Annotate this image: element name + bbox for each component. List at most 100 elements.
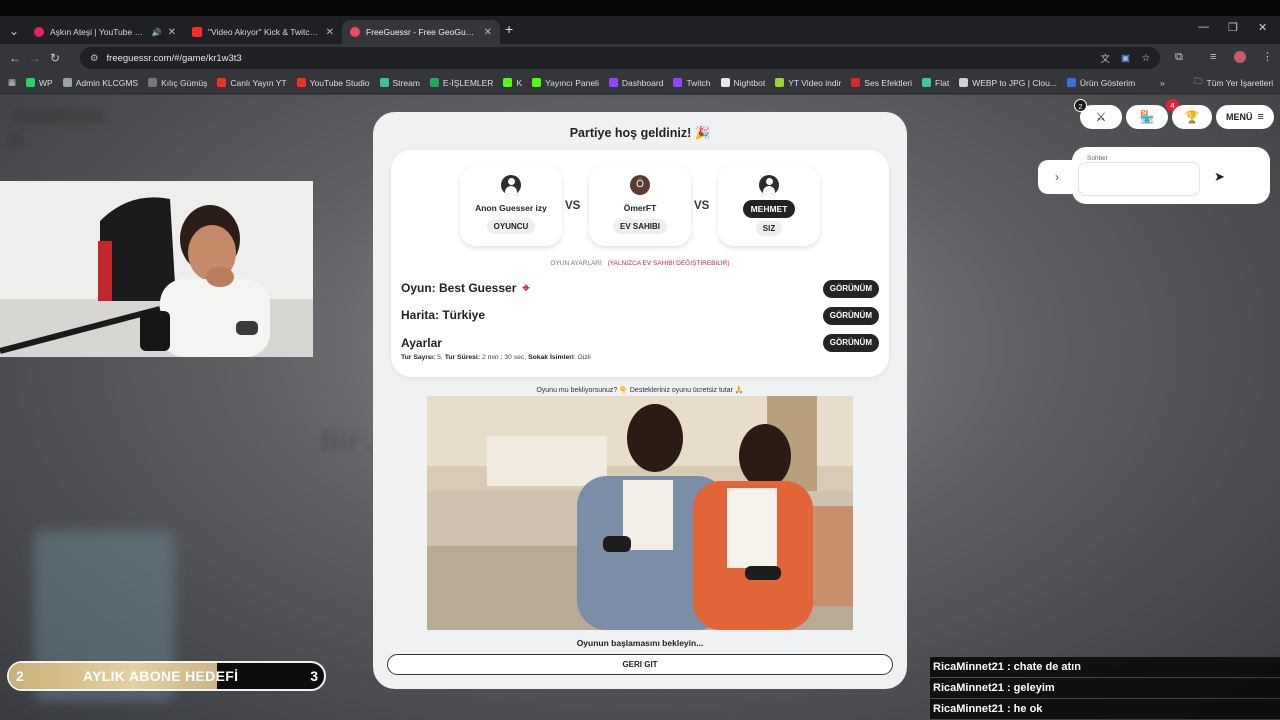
blurred-circle [6,131,24,149]
extensions-icon[interactable]: ⧉ [1175,51,1183,64]
restore-button[interactable]: ❐ [1228,21,1238,34]
menu-button[interactable]: MENÜ ≡ [1216,105,1274,129]
address-bar[interactable]: ⚙ freeguessr.com/#/game/kr1w3t3 文 ▣ ☆ [80,47,1160,69]
site-info-icon[interactable]: ⚙ [90,53,99,64]
chat-collapse-button[interactable]: › [1038,160,1076,194]
trophy-icon: 🏆 [1184,110,1200,124]
bookmark-item[interactable]: YouTube Studio [296,78,370,88]
apps-grid-icon[interactable]: ▦ [8,77,16,88]
sub-goal-target: 3 [310,668,318,684]
bookmark-favicon-icon [503,78,513,87]
more-bookmarks-icon[interactable]: » [1160,78,1165,88]
map-view-button[interactable]: GÖRÜNÜM [822,307,879,325]
player-name: Anon Guesser izy [475,203,547,213]
bookmark-favicon-icon [959,78,969,87]
player-name: MEHMET [742,200,796,218]
send-icon[interactable]: ➤ [1214,169,1230,185]
menu-label: MENÜ [1226,112,1253,122]
stream-chat-line: RicaMinnet21 : chate de atın [930,657,1280,677]
close-window-button[interactable]: ✕ [1258,21,1267,34]
player-role-badge: SIZ [755,221,783,236]
bookmark-item[interactable]: Twitch [673,77,711,88]
kebab-menu-icon[interactable]: ⋮ [1262,50,1273,63]
bookmark-favicon-icon [922,78,932,87]
vs-label: VS [694,200,710,212]
tab-freeguessr[interactable]: FreeGuessr - Free GeoGuessr Al... ✕ [342,20,500,44]
tab-label: Aşkın Ateşi | YouTube Music [50,27,149,37]
bookmark-favicon-icon [296,78,306,87]
settings-view-button[interactable]: GÖRÜNÜM [822,334,879,352]
bookmark-label: Ürün Gösterim [1079,77,1136,88]
bookmark-item[interactable]: Kılıç Gümüş [148,78,207,88]
bookmark-label: Kılıç Gümüş [161,77,208,88]
cast-icon[interactable]: ▣ [1121,53,1130,64]
bookmark-item[interactable]: K [503,78,522,88]
all-bookmarks-label: Tüm Yer İşaretleri [1206,77,1274,88]
shop-button[interactable]: 4 🏪 [1126,99,1179,129]
game-mode-label: Oyun: Best Guesser [401,281,517,295]
speaker-icon: 🔊 [151,27,162,37]
go-back-button[interactable]: GERI GIT [387,654,893,675]
bookmark-item[interactable]: Flat [922,78,949,88]
bookmark-favicon-icon [608,78,618,87]
party-lobby-modal: Partiye hoş geldiniz! 🎉 Anon Guesser izy… [373,112,907,689]
user-icon [759,175,779,195]
tab-youtube-music[interactable]: Aşkın Ateşi | YouTube Music 🔊 ✕ [26,20,184,44]
bookmark-item[interactable]: Stream [379,78,420,88]
settings-detail: Tur Sayısı: 5, Tur Süresi: 2 min : 30 se… [401,354,591,361]
close-icon[interactable]: ✕ [326,27,334,38]
bookmark-item[interactable]: Canlı Yayın YT [217,78,287,88]
bookmark-favicon-icon [148,78,158,87]
sub-goal-current: 2 [16,668,24,684]
close-icon[interactable]: ✕ [168,27,176,38]
all-bookmarks-folder[interactable]: 🗀 Tüm Yer İşaretleri [1194,76,1273,90]
stream-chat-line: RicaMinnet21 : he ok [930,699,1280,719]
bookmark-label: E-İŞLEMLER [442,77,494,88]
streamer-webcam-illustration [0,181,313,357]
rounds-value: 5, [435,354,445,361]
tab-search-icon[interactable]: ⌄ [4,24,24,38]
bookmark-item[interactable]: E-İŞLEMLER [429,77,494,88]
bookmark-item[interactable]: YT Video indir [775,78,841,88]
player-role-badge: EV SAHIBI [612,219,667,234]
bookmark-item[interactable]: WEBP to JPG | Clou... [959,78,1057,88]
close-icon[interactable]: ✕ [484,27,492,38]
player-card-mehmet: MEHMET SIZ [718,166,820,246]
time-value: 2 min : 30 sec, [480,354,529,361]
forward-arrow-icon[interactable]: → [25,51,45,65]
subscriber-goal-bar: 2 AYLIK ABONE HEDEFİ 3 [7,661,326,691]
bookmark-item[interactable]: Ses Efektleri [851,78,912,88]
user-initial-avatar: Ö [630,175,650,195]
top-strip [0,0,1280,16]
advertisement-image[interactable] [427,396,853,630]
profile-avatar[interactable] [1234,51,1246,63]
bookmark-item[interactable]: WP [26,78,53,88]
street-value: : Gizli [573,354,591,361]
settings-title: OYUN AYARLARI [550,260,602,267]
chat-input[interactable] [1078,162,1200,196]
reload-icon[interactable]: ↻ [45,51,65,65]
bookmark-item[interactable]: Dashboard [608,78,663,88]
webcam-overlay [0,181,313,357]
bookmark-label: YT Video indir [788,77,842,88]
bookmark-item[interactable]: Admin KLCGMS [62,78,138,88]
minimize-button[interactable]: — [1198,21,1209,33]
bookmark-item[interactable]: Ürün Gösterim [1066,77,1136,88]
leaderboard-button[interactable]: 🏆 [1172,105,1212,129]
game-mode-view-button[interactable]: GÖRÜNÜM [822,280,879,298]
media-icon[interactable]: ≡ [1210,51,1216,63]
battle-button[interactable]: 2 ⚔ [1074,99,1122,129]
settings-header: OYUN AYARLARI (YALNIZCA EV SAHIBI DEĞIŞT… [391,260,889,267]
youtube-icon [192,27,202,37]
star-icon[interactable]: ☆ [1141,53,1150,64]
tab-video-akiyor[interactable]: "Video Akıyor" Kick & Twitch K... ✕ [184,20,342,44]
bookmark-label: Twitch [686,77,711,88]
settings-row: Ayarlar [401,336,442,350]
player-card-omerft: Ö ÖmerFT EV SAHIBI [589,166,691,246]
new-tab-button[interactable]: + [505,21,513,37]
player-role-badge: OYUNCU [486,219,536,234]
back-arrow-icon[interactable]: ← [5,51,25,65]
bookmark-item[interactable]: Nightbot [720,78,765,88]
translate-icon[interactable]: 文 [1100,51,1110,65]
bookmark-item[interactable]: Yayıncı Paneli [532,78,599,88]
